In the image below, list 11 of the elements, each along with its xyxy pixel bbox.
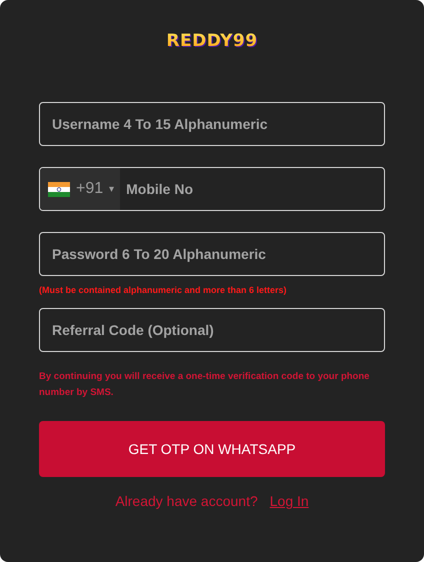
phone-field[interactable]: +91 ▾ Mobile No	[39, 167, 385, 211]
login-prompt: Already have account?	[115, 493, 258, 509]
input-field[interactable]: Username 4 To 15 Alphanumeric	[39, 102, 385, 146]
login-link[interactable]: Log In	[270, 493, 309, 509]
input-field[interactable]: Password 6 To 20 Alphanumeric	[39, 232, 385, 276]
hint-text: (Must be contained alphanumeric and more than 6 letters)	[39, 285, 288, 295]
input-field[interactable]: Referral Code (Optional)	[39, 308, 385, 352]
country-code-button[interactable]: +91 ▾	[40, 168, 120, 210]
flag-icon	[48, 182, 70, 196]
notice-text: By continuing you will receive a one-time verification code to your phone number by SMS.	[39, 370, 370, 400]
otp-button[interactable]: GET OTP ON WHATSAPP	[39, 421, 385, 477]
